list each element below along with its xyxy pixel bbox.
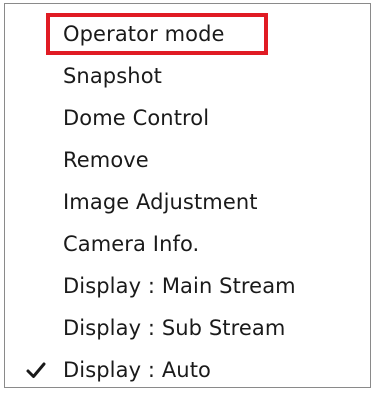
menu-item-operator-mode[interactable]: Operator mode <box>5 14 370 54</box>
menu-item-display-main-stream[interactable]: Display : Main Stream <box>5 266 370 306</box>
menu-item-display-auto[interactable]: Display : Auto <box>5 350 370 390</box>
context-menu: Operator mode Snapshot Dome Control Remo… <box>4 3 371 388</box>
checkmark-icon <box>25 359 47 381</box>
menu-item-dome-control[interactable]: Dome Control <box>5 98 370 138</box>
menu-item-image-adjustment[interactable]: Image Adjustment <box>5 182 370 222</box>
menu-item-camera-info[interactable]: Camera Info. <box>5 224 370 264</box>
menu-item-label: Image Adjustment <box>63 190 258 214</box>
menu-item-label: Display : Sub Stream <box>63 316 286 340</box>
menu-item-label: Remove <box>63 148 149 172</box>
menu-item-display-sub-stream[interactable]: Display : Sub Stream <box>5 308 370 348</box>
menu-item-remove[interactable]: Remove <box>5 140 370 180</box>
menu-item-label: Display : Auto <box>63 358 211 382</box>
menu-item-label: Operator mode <box>63 22 225 46</box>
menu-item-snapshot[interactable]: Snapshot <box>5 56 370 96</box>
menu-item-label: Dome Control <box>63 106 210 130</box>
menu-item-label: Display : Main Stream <box>63 274 296 298</box>
menu-item-label: Camera Info. <box>63 232 200 256</box>
menu-item-label: Snapshot <box>63 64 162 88</box>
